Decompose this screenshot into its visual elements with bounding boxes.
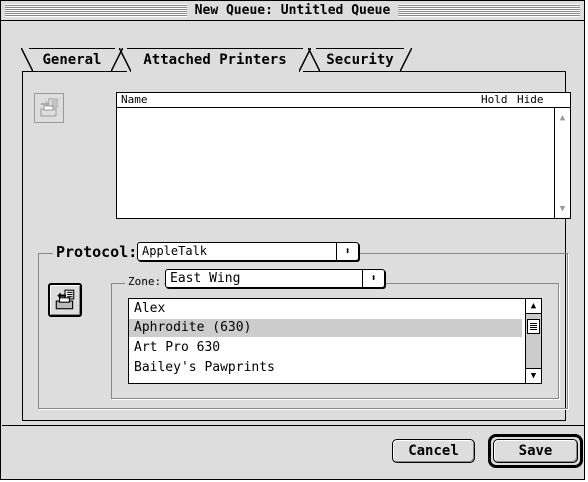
add-printer-button[interactable] [48, 283, 82, 317]
attached-printers-list[interactable]: Name Hold Hide ▲ ▼ [116, 92, 571, 219]
printer-name: Alex [134, 301, 166, 316]
title-bar[interactable]: New Queue: Untitled Queue [1, 1, 584, 21]
cancel-button[interactable]: Cancel [392, 439, 475, 463]
scroll-thumb-grip [530, 323, 537, 330]
tab-security[interactable]: Security [308, 48, 412, 72]
column-hold[interactable]: Hold [481, 93, 508, 107]
zone-label: Zone: [125, 273, 165, 291]
protocol-popup[interactable]: AppleTalk ⬍ [137, 242, 359, 261]
divider [2, 425, 585, 426]
printer-list-icon [40, 98, 58, 117]
printer-name: Art Pro 630 [134, 340, 221, 355]
scroll-down-arrow-icon[interactable]: ▼ [526, 368, 541, 383]
zone-value: East Wing [170, 271, 241, 286]
tab-general-label: General [42, 52, 102, 68]
zone-popup[interactable]: East Wing ⬍ [165, 269, 385, 288]
attached-list-scrollbar[interactable]: ▲ ▼ [554, 108, 570, 218]
protocol-label: Protocol: [53, 243, 141, 261]
tab-attached-printers[interactable]: Attached Printers [119, 48, 311, 73]
column-name[interactable]: Name [121, 93, 148, 107]
list-item[interactable]: Aphrodite (630) [129, 319, 522, 337]
printer-name: Bailey's Pawprints [134, 360, 275, 375]
scroll-up-arrow-icon[interactable]: ▲ [526, 299, 541, 314]
printer-list-scrollbar[interactable]: ▲ ▼ [525, 299, 541, 383]
protocol-value: AppleTalk [142, 244, 208, 258]
scroll-down-arrow-icon[interactable]: ▼ [555, 201, 570, 216]
window-title: New Queue: Untitled Queue [186, 2, 399, 19]
scroll-up-arrow-icon[interactable]: ▲ [555, 110, 570, 125]
column-hide[interactable]: Hide [517, 93, 544, 107]
printer-name: Aphrodite (630) [134, 320, 252, 335]
tab-attached-printers-label: Attached Printers [143, 52, 287, 68]
tab-general[interactable]: General [21, 48, 123, 72]
list-item[interactable]: Art Pro 630 [129, 339, 522, 357]
popup-arrows-icon: ⬍ [336, 243, 358, 260]
scroll-thumb[interactable] [527, 319, 540, 334]
printer-list[interactable]: Alex Aphrodite (630) Art Pro 630 Bailey'… [128, 298, 542, 384]
list-item[interactable]: Bailey's Pawprints [129, 359, 522, 377]
dialog-window: New Queue: Untitled Queue General Attach… [0, 0, 585, 480]
list-item[interactable]: Alex [129, 300, 522, 318]
tab-security-label: Security [326, 52, 394, 68]
attached-printer-button[interactable] [34, 93, 64, 123]
list-header: Name Hold Hide [117, 93, 570, 108]
save-button[interactable]: Save [493, 439, 578, 463]
popup-arrows-icon: ⬍ [362, 270, 384, 287]
printer-add-icon [55, 289, 75, 310]
